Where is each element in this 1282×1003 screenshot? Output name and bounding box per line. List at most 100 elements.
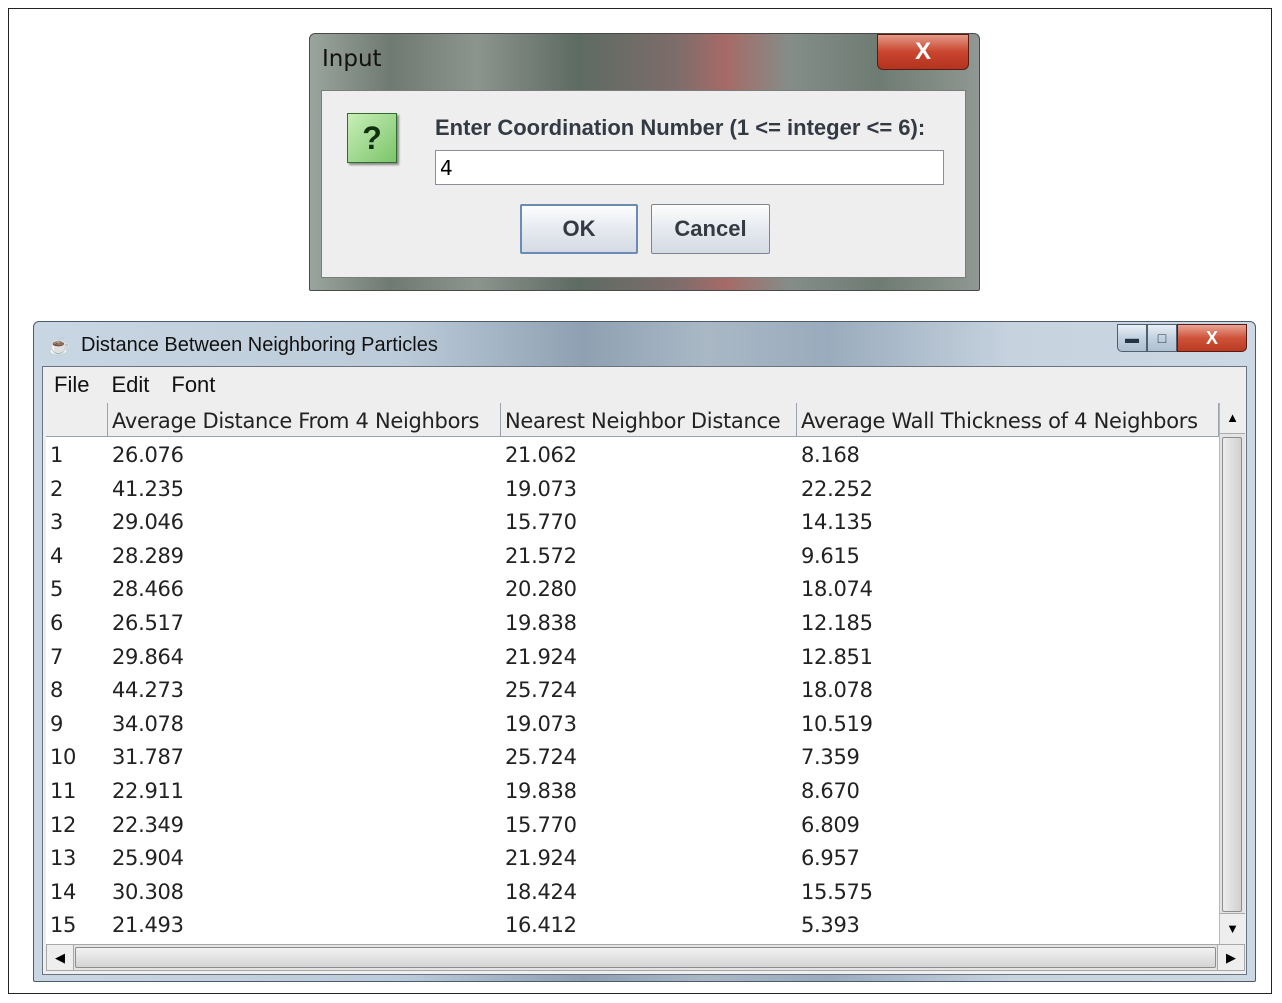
column-header-wall-thickness[interactable]: Average Wall Thickness of 4 Neighbors — [797, 403, 1219, 437]
avg-distance-cell: 34.078 — [112, 711, 184, 736]
java-cup-icon: ☕ — [48, 336, 71, 356]
table-row[interactable]: 8 44.273 25.724 18.078 — [46, 672, 1219, 706]
table-row[interactable]: 9 34.078 19.073 10.519 — [46, 706, 1219, 740]
wall-thickness-cell: 8.168 — [801, 443, 860, 467]
nearest-distance-cell: 21.062 — [505, 443, 577, 467]
table-row[interactable]: 7 29.864 21.924 12.851 — [46, 639, 1219, 673]
horizontal-scroll-thumb[interactable] — [75, 947, 1216, 968]
nearest-distance-cell: 21.924 — [505, 846, 577, 871]
row-index: 9 — [50, 711, 64, 736]
table-row[interactable]: 5 28.466 20.280 18.074 — [46, 571, 1219, 605]
window-close-button[interactable]: X — [1177, 324, 1247, 352]
vertical-scroll-thumb[interactable] — [1222, 437, 1242, 912]
nearest-distance-cell: 15.770 — [505, 812, 577, 837]
table-row[interactable]: 12 22.349 15.770 6.809 — [46, 807, 1219, 841]
window-client: File Edit Font Average Distance From 4 N… — [42, 366, 1247, 975]
table-row[interactable]: 14 30.308 18.424 15.575 — [46, 874, 1219, 908]
table-row[interactable]: 6 26.517 19.838 12.185 — [46, 605, 1219, 639]
column-header-nearest-distance[interactable]: Nearest Neighbor Distance — [501, 403, 797, 437]
table-row[interactable]: 4 28.289 21.572 9.615 — [46, 538, 1219, 572]
cancel-button[interactable]: Cancel — [651, 204, 770, 254]
nearest-distance-cell: 21.924 — [505, 644, 577, 669]
avg-distance-cell: 26.076 — [112, 443, 184, 467]
row-index: 12 — [50, 812, 77, 837]
nearest-distance-cell: 19.838 — [505, 778, 577, 803]
row-index: 1 — [50, 443, 64, 467]
avg-distance-cell: 28.289 — [112, 543, 184, 568]
input-dialog: Input X ? Enter Coordination Number (1 <… — [309, 33, 980, 291]
nearest-distance-cell: 18.424 — [505, 879, 577, 904]
avg-distance-cell: 29.046 — [112, 510, 184, 535]
wall-thickness-cell: 14.135 — [801, 510, 873, 535]
nearest-distance-cell: 21.572 — [505, 543, 577, 568]
row-index: 5 — [50, 577, 64, 602]
wall-thickness-cell: 12.185 — [801, 610, 873, 635]
row-index: 6 — [50, 610, 64, 635]
scroll-down-arrow-icon[interactable]: ▼ — [1220, 913, 1245, 944]
nearest-distance-cell: 19.073 — [505, 476, 577, 501]
wall-thickness-cell: 22.252 — [801, 476, 873, 501]
table-row[interactable]: 15 21.493 16.412 5.393 — [46, 907, 1219, 941]
row-index: 7 — [50, 644, 64, 669]
minimize-icon[interactable]: ▬ — [1117, 324, 1147, 352]
ok-button[interactable]: OK — [520, 204, 638, 254]
row-index: 13 — [50, 846, 77, 871]
nearest-distance-cell: 15.770 — [505, 510, 577, 535]
wall-thickness-cell: 10.519 — [801, 711, 873, 736]
horizontal-scrollbar[interactable]: ◀ ▶ — [46, 944, 1245, 971]
avg-distance-cell: 41.235 — [112, 476, 184, 501]
nearest-distance-cell: 25.724 — [505, 745, 577, 770]
window-title: Distance Between Neighboring Particles — [81, 334, 438, 356]
nearest-distance-cell: 19.838 — [505, 610, 577, 635]
wall-thickness-cell: 7.359 — [801, 745, 860, 770]
dialog-close-button[interactable]: X — [877, 34, 969, 70]
menu-font[interactable]: Font — [160, 367, 226, 400]
avg-distance-cell: 25.904 — [112, 846, 184, 871]
menu-file[interactable]: File — [43, 367, 100, 400]
menu-edit[interactable]: Edit — [100, 367, 160, 400]
nearest-distance-cell: 25.724 — [505, 678, 577, 703]
table-row[interactable]: 10 31.787 25.724 7.359 — [46, 739, 1219, 773]
avg-distance-cell: 31.787 — [112, 745, 184, 770]
row-index: 4 — [50, 543, 64, 568]
table-row[interactable]: 3 29.046 15.770 14.135 — [46, 504, 1219, 538]
vertical-scrollbar[interactable]: ▲ ▼ — [1219, 403, 1245, 944]
coordination-number-input[interactable]: 4 — [435, 150, 944, 185]
table-row[interactable]: 2 41.235 19.073 22.252 — [46, 471, 1219, 505]
table-row[interactable]: 13 25.904 21.924 6.957 — [46, 840, 1219, 874]
table-row[interactable]: 11 22.911 19.838 8.670 — [46, 773, 1219, 807]
wall-thickness-cell: 5.393 — [801, 913, 860, 938]
column-header-avg-distance[interactable]: Average Distance From 4 Neighbors — [108, 403, 501, 437]
avg-distance-cell: 29.864 — [112, 644, 184, 669]
row-index: 11 — [50, 778, 77, 803]
avg-distance-cell: 30.308 — [112, 879, 184, 904]
nearest-distance-cell: 19.073 — [505, 711, 577, 736]
avg-distance-cell: 22.911 — [112, 778, 184, 803]
avg-distance-cell: 26.517 — [112, 610, 184, 635]
avg-distance-cell: 21.493 — [112, 913, 184, 938]
avg-distance-cell: 44.273 — [112, 678, 184, 703]
wall-thickness-cell: 6.809 — [801, 812, 860, 837]
dialog-title: Input — [322, 46, 382, 72]
wall-thickness-cell: 18.074 — [801, 577, 873, 602]
row-index: 2 — [50, 476, 64, 501]
table-body: 1 26.076 21.062 8.168 2 41.235 19.073 22.252 3 29… — [46, 437, 1219, 941]
avg-distance-cell: 22.349 — [112, 812, 184, 837]
nearest-distance-cell: 16.412 — [505, 913, 577, 938]
prompt-label: Enter Coordination Number (1 <= integer … — [435, 115, 926, 140]
maximize-icon[interactable]: □ — [1147, 324, 1177, 352]
table-row[interactable]: 1 26.076 21.062 8.168 — [46, 437, 1219, 471]
nearest-distance-cell: 20.280 — [505, 577, 577, 602]
avg-distance-cell: 28.466 — [112, 577, 184, 602]
menu-bar: File Edit Font — [43, 367, 1246, 400]
results-window: ☕ Distance Between Neighboring Particles… — [33, 321, 1256, 982]
data-table: Average Distance From 4 Neighbors Neares… — [46, 403, 1245, 944]
wall-thickness-cell: 8.670 — [801, 778, 860, 803]
column-header-index[interactable] — [46, 403, 108, 437]
table-header: Average Distance From 4 Neighbors Neares… — [46, 403, 1219, 437]
wall-thickness-cell: 18.078 — [801, 678, 873, 703]
scroll-up-arrow-icon[interactable]: ▲ — [1220, 403, 1245, 434]
scroll-left-arrow-icon[interactable]: ◀ — [47, 945, 74, 970]
window-controls: ▬ □ X — [1117, 324, 1247, 354]
scroll-right-arrow-icon[interactable]: ▶ — [1217, 945, 1244, 970]
